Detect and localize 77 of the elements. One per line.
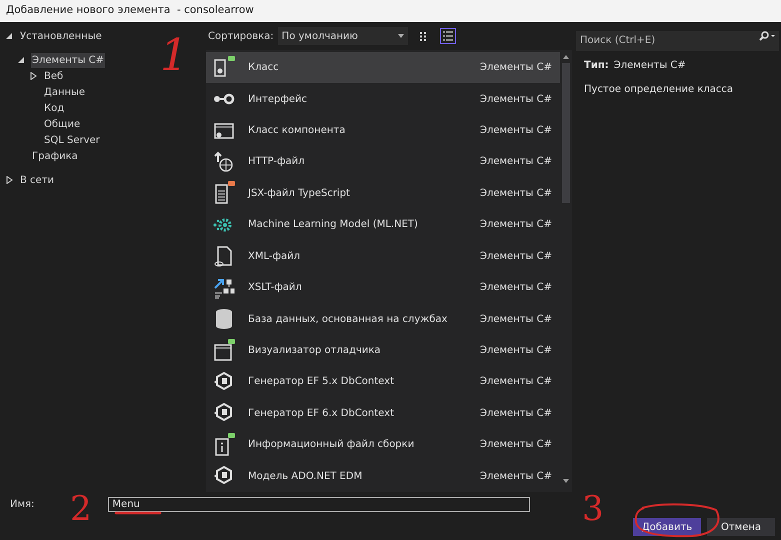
tree-item[interactable]: Данные [43,84,86,100]
template-name: Информационный файл сборки [248,438,416,452]
name-label: Имя: [10,498,34,512]
expanded-triangle-icon[interactable] [18,56,25,64]
template-category: Элементы C# [480,375,552,390]
template-name: Machine Learning Model (ML.NET) [248,218,419,232]
template-row[interactable]: Визуализатор отладчика Элементы C# [206,334,560,366]
template-row[interactable]: Класс Элементы C# [206,52,560,84]
template-name: Интерфейс [248,92,308,107]
template-category: Элементы C# [480,218,552,232]
collapsed-triangle-icon[interactable] [30,72,37,80]
template-name: Генератор EF 5.x DbContext [248,375,395,390]
template-category: Элементы C# [480,61,552,76]
name-input[interactable]: Menu [108,496,530,512]
template-name: Класс [248,61,280,76]
class-file-icon [212,56,236,80]
tree-item[interactable]: Веб [43,68,64,84]
sort-dropdown[interactable]: По умолчанию [278,27,408,45]
template-category: Элементы C# [480,186,552,201]
template-category: Элементы C# [480,250,552,264]
tree-item[interactable]: Графика [31,148,79,164]
template-description: Пустое определение класса [584,83,734,97]
template-name: Класс компонента [248,124,346,138]
template-name: Визуализатор отладчика [248,344,382,358]
template-category: Элементы C# [480,281,552,296]
type-value: Элементы C# [614,59,686,73]
template-row[interactable]: Генератор EF 6.x DbContext Элементы C# [206,398,560,430]
dropdown-caret-icon [398,34,404,38]
template-name: XML-файл [248,250,302,264]
window-title: Добавление нового элемента - consolearrow [6,3,254,18]
template-row[interactable]: Генератор EF 5.x DbContext Элементы C# [206,366,560,398]
list-view-button[interactable] [440,28,456,44]
template-row[interactable]: Machine Learning Model (ML.NET) Элементы C# [206,209,560,241]
tree-item[interactable]: SQL Server [43,132,101,148]
template-category: Элементы C# [480,124,552,138]
underline-stroke [114,511,162,515]
template-name: XSLT-файл [248,281,303,296]
template-row[interactable]: Информационный файл сборки Элементы C# [206,429,560,460]
list-icon [442,31,453,41]
template-row[interactable]: XML-файл Элементы C# [206,240,560,272]
template-name: Модель ADO.NET EDM [248,470,364,484]
tree-item[interactable]: Код [43,100,66,116]
template-row[interactable]: Класс компонента Элементы C# [206,114,560,146]
template-name: HTTP-файл [248,155,306,170]
template-category: Элементы C# [480,155,552,170]
annotation-number: 1 [160,34,188,78]
template-category: Элементы C# [480,406,552,421]
template-row[interactable]: HTTP-файл Элементы C# [206,146,560,178]
tree-item[interactable]: Элементы C# [31,52,106,68]
template-name: Генератор EF 6.x DbContext [248,406,395,421]
template-row[interactable]: Модель ADO.NET EDM Элементы C# [206,460,560,492]
expanded-triangle-icon[interactable] [6,32,13,40]
grid-icon [418,31,429,41]
template-name: JSX-файл TypeScript [248,186,351,201]
template-row[interactable]: JSX-файл TypeScript Элементы C# [206,178,560,210]
template-category: Элементы C# [480,312,552,327]
template-row[interactable]: База данных, основанная на службах Элементы C# [206,303,560,335]
type-label: Тип: [584,59,609,73]
collapsed-triangle-icon[interactable] [6,176,13,184]
cancel-button[interactable]: Отмена [707,518,775,536]
annotation-number: 3 [582,492,604,526]
search-icon[interactable] [759,31,775,41]
tree-item[interactable]: Установленные [19,28,103,44]
sort-label: Сортировка: [208,30,274,44]
template-row[interactable]: Интерфейс Элементы C# [206,83,560,115]
tree-item[interactable]: Общие [43,116,82,132]
search-field[interactable]: Поиск (Ctrl+E) [576,30,779,50]
template-category: Элементы C# [480,470,552,484]
annotation-number: 2 [70,492,92,526]
template-name: База данных, основанная на службах [248,312,448,327]
add-button[interactable]: Добавить [633,518,701,536]
template-category: Элементы C# [480,438,552,452]
template-row[interactable]: XSLT-файл Элементы C# [206,272,560,304]
tree-item[interactable]: В сети [19,172,56,188]
window-icon [212,338,236,362]
template-category: Элементы C# [480,344,552,358]
template-category: Элементы C# [480,92,552,107]
